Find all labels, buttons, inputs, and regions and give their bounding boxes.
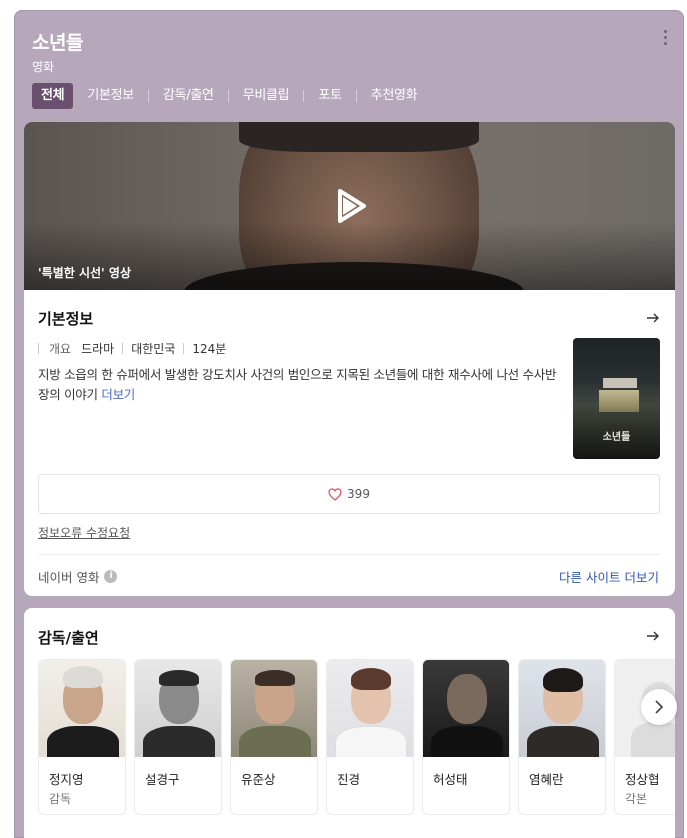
movie-poster[interactable]: 소년들 <box>573 338 660 459</box>
avatar-placeholder-body <box>631 722 675 757</box>
cast-item[interactable]: 정지영 감독 <box>38 659 126 815</box>
cast-photo-body <box>527 726 599 757</box>
poster-sign <box>603 378 637 388</box>
synopsis-more-link[interactable]: 더보기 <box>101 387 135 402</box>
video-caption: '특별한 시선' 영상 <box>38 266 131 280</box>
tab-divider <box>303 90 305 102</box>
cast-photo-body <box>143 726 215 757</box>
cast-photo <box>231 660 317 757</box>
cast-photo-body <box>47 726 119 757</box>
country: 대한민국 <box>131 342 176 356</box>
cast-name: 진경 <box>337 772 361 787</box>
runtime: 124분 <box>192 342 227 356</box>
tab-divider <box>355 90 357 102</box>
cast-photo <box>519 660 605 757</box>
tab-divider <box>147 90 149 102</box>
like-count: 399 <box>347 487 370 501</box>
source: 네이버 영화 i <box>38 567 118 586</box>
arrow-right-icon[interactable] <box>645 628 661 644</box>
cast-name: 설경구 <box>145 772 180 787</box>
cast-name: 정상협 <box>625 772 660 787</box>
cast-photo-hair <box>159 670 199 686</box>
like-button[interactable]: 399 <box>38 474 660 514</box>
arrow-right-icon[interactable] <box>645 310 661 326</box>
genre: 드라마 <box>81 342 115 356</box>
heart-icon <box>328 487 342 501</box>
tab-cast[interactable]: 감독/출연 <box>155 83 222 109</box>
cast-item[interactable]: 정상협 각본 <box>614 659 675 815</box>
cast-name: 정지영 <box>49 772 84 787</box>
tab-photos[interactable]: 포토 <box>310 83 349 109</box>
info-icon[interactable]: i <box>104 570 118 583</box>
cast-item[interactable]: 유준상 <box>230 659 318 815</box>
cast-title[interactable]: 감독/출연 <box>38 627 99 648</box>
meta-divider <box>38 343 39 354</box>
cast-photo <box>39 660 125 757</box>
cast-name: 허성태 <box>433 772 468 787</box>
basic-info-title[interactable]: 기본정보 <box>38 308 93 329</box>
tab-divider <box>227 90 229 102</box>
tab-all[interactable]: 전체 <box>32 83 74 109</box>
cast-next-button[interactable] <box>641 689 677 725</box>
cast-name: 염혜란 <box>529 772 564 787</box>
cast-photo-hair <box>543 668 583 692</box>
cast-photo <box>327 660 413 757</box>
cast-name: 유준상 <box>241 772 276 787</box>
report-error-link[interactable]: 정보오류 수정요청 <box>38 524 130 541</box>
play-icon[interactable] <box>330 186 370 226</box>
cast-card: 감독/출연 정지영 감독 설경구 유준상 진경 허성태 염혜란 정상협 각본 <box>24 608 675 838</box>
divider <box>38 554 660 555</box>
tab-movie-clips[interactable]: 무비클립 <box>235 83 298 109</box>
source-label: 네이버 영화 <box>38 570 100 585</box>
cast-photo-head <box>447 674 487 724</box>
cast-photo <box>135 660 221 757</box>
cast-item[interactable]: 설경구 <box>134 659 222 815</box>
movie-title[interactable]: 소년들 <box>32 28 83 55</box>
cast-item[interactable]: 진경 <box>326 659 414 815</box>
movie-meta: 개요 드라마 대한민국 124분 <box>38 340 226 357</box>
meta-divider <box>183 343 185 354</box>
synopsis: 지방 소읍의 한 슈퍼에서 발생한 강도치사 사건의 범인으로 지목된 소년들에… <box>38 365 563 405</box>
video-thumbnail[interactable]: '특별한 시선' 영상 <box>24 122 675 290</box>
tab-basic-info[interactable]: 기본정보 <box>79 83 142 109</box>
tab-bar: 전체 기본정보 감독/출연 무비클립 포토 추천영화 <box>32 83 425 109</box>
cast-photo-hair <box>351 668 391 690</box>
other-sites-link[interactable]: 다른 사이트 더보기 <box>559 567 659 586</box>
meta-label: 개요 <box>49 342 72 356</box>
cast-photo-body <box>431 726 503 757</box>
tab-recommended[interactable]: 추천영화 <box>363 83 426 109</box>
meta-divider <box>122 343 124 354</box>
cast-photo-body <box>335 726 407 757</box>
cast-item[interactable]: 허성태 <box>422 659 510 815</box>
poster-storefront <box>599 390 639 412</box>
kebab-menu-icon[interactable] <box>664 30 668 45</box>
cast-photo-hair <box>255 670 295 686</box>
cast-role: 각본 <box>625 792 648 806</box>
video-still-hair <box>239 122 479 152</box>
basic-info-card: '특별한 시선' 영상 기본정보 개요 드라마 대한민국 124분 지방 소읍의… <box>24 122 675 596</box>
cast-photo <box>423 660 509 757</box>
cast-photo-hair <box>63 666 103 688</box>
poster-title: 소년들 <box>602 432 631 443</box>
cast-photo-body <box>239 726 311 757</box>
cast-item[interactable]: 염혜란 <box>518 659 606 815</box>
movie-category: 영화 <box>32 60 55 74</box>
cast-role: 감독 <box>49 792 72 806</box>
chevron-right-icon <box>655 700 664 714</box>
cast-list: 정지영 감독 설경구 유준상 진경 허성태 염혜란 정상협 각본 <box>38 659 675 815</box>
